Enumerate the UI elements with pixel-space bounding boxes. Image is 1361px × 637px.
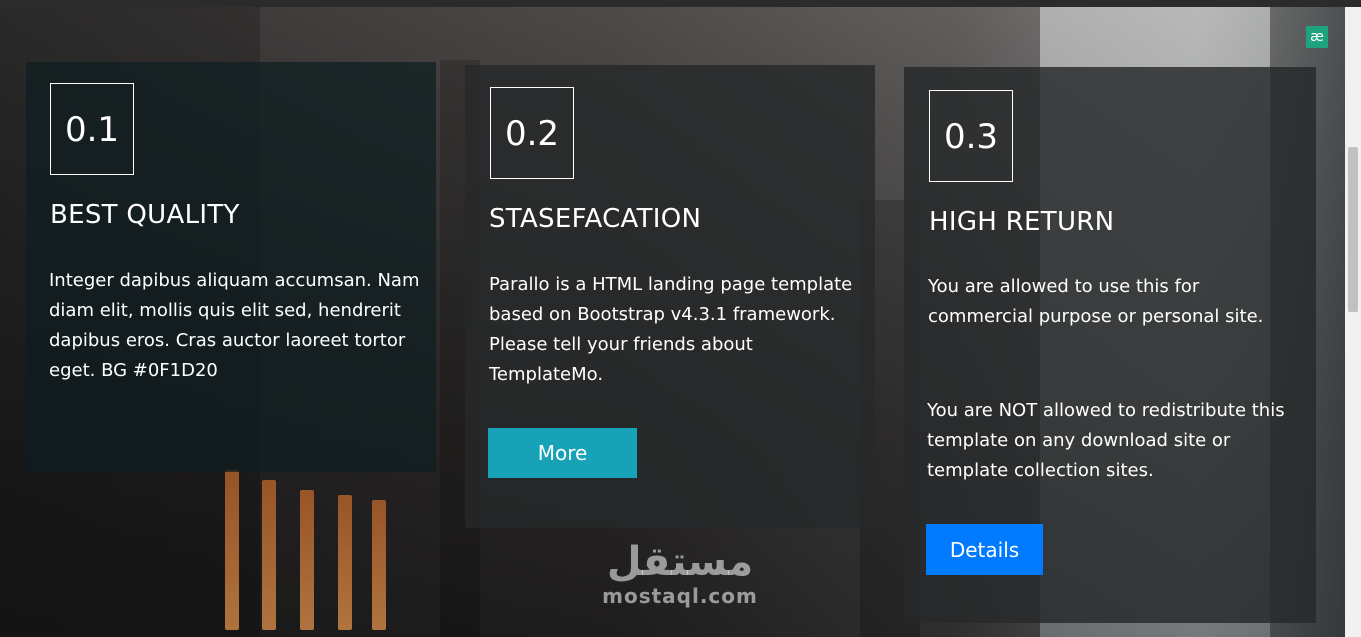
scrollbar-thumb[interactable] bbox=[1348, 147, 1358, 312]
feature-card-2: 0.2 STASEFACATION Parallo is a HTML land… bbox=[465, 65, 875, 528]
watermark-logo: مستقل mostaql.com bbox=[590, 540, 770, 608]
card-title: STASEFACATION bbox=[489, 204, 702, 234]
scrollbar[interactable] bbox=[1345, 7, 1361, 637]
card-description-allowed: You are allowed to use this for commerci… bbox=[928, 276, 1264, 327]
card-description-not-allowed: You are NOT allowed to redistribute this… bbox=[927, 400, 1285, 481]
browser-top-bar bbox=[0, 0, 1361, 7]
watermark-arabic: مستقل bbox=[606, 539, 754, 585]
card-title: HIGH RETURN bbox=[929, 207, 1115, 237]
extension-icon[interactable]: æ bbox=[1306, 26, 1328, 48]
more-button[interactable]: More bbox=[488, 428, 637, 478]
card-number: 0.2 bbox=[490, 87, 574, 179]
watermark-latin: mostaql.com bbox=[602, 584, 758, 608]
card-title: BEST QUALITY bbox=[50, 200, 240, 230]
feature-card-3: 0.3 HIGH RETURN You are allowed to use t… bbox=[904, 67, 1316, 623]
card-number: 0.1 bbox=[50, 83, 134, 175]
card-description: Integer dapibus aliquam accumsan. Nam di… bbox=[49, 270, 420, 381]
card-description: Parallo is a HTML landing page template … bbox=[489, 274, 853, 385]
card-number: 0.3 bbox=[929, 90, 1013, 182]
feature-card-1: 0.1 BEST QUALITY Integer dapibus aliquam… bbox=[26, 62, 436, 472]
details-button[interactable]: Details bbox=[926, 524, 1043, 575]
